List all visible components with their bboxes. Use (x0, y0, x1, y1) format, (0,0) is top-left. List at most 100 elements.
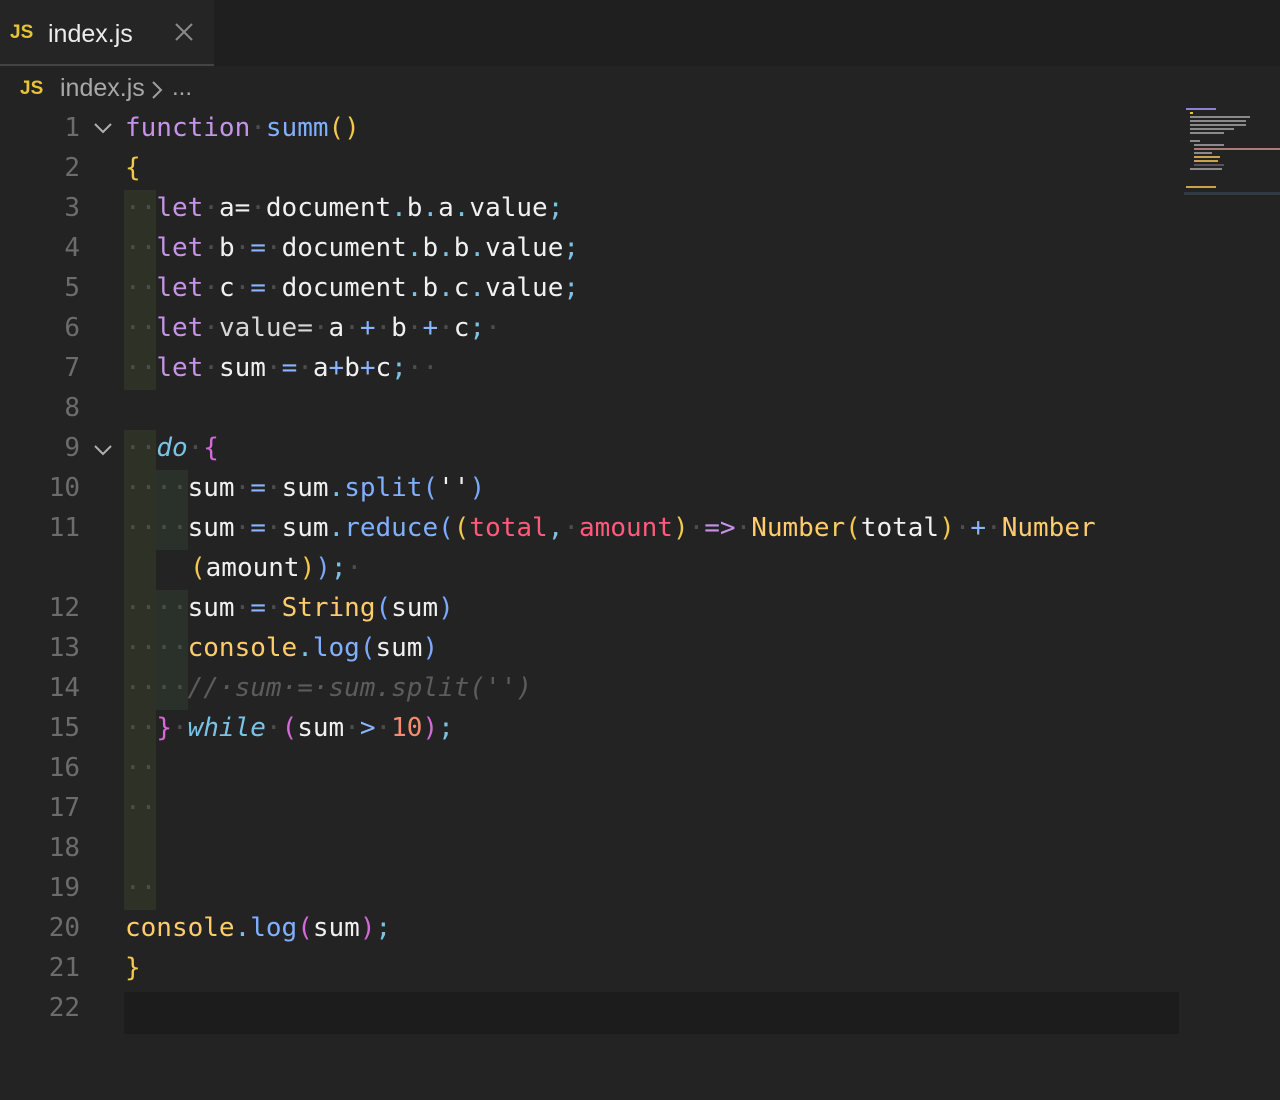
token: { (203, 433, 219, 463)
token: = (250, 273, 266, 303)
token: sum (312, 913, 360, 943)
token: ( (453, 513, 470, 543)
token: summ (265, 113, 329, 143)
token: document (281, 273, 407, 303)
token: ) (469, 473, 486, 503)
token: let (156, 273, 204, 303)
token: ; (547, 193, 564, 223)
line-number: 11 (48, 513, 80, 543)
line-number: 2 (64, 153, 80, 183)
token: value (485, 273, 564, 303)
token: split (344, 473, 423, 503)
code-line-12: ····sum·=·String(sum) (125, 593, 454, 623)
line-number: 14 (48, 673, 80, 703)
code-line-3: ··let·a=·document.b.a.value; (125, 193, 564, 223)
code-line-19: ·· (125, 873, 157, 903)
code-line-11: ····sum·=·sum.reduce((total,·amount)·=>·… (125, 513, 1096, 543)
code-line-5: ··let·c·=·document.b.c.value; (125, 273, 580, 303)
token: ( (438, 513, 454, 543)
token: ) (672, 513, 689, 543)
token: . (422, 193, 439, 223)
token: . (406, 273, 423, 303)
token: ) (315, 553, 331, 583)
token: ( (845, 513, 861, 543)
token: a (438, 193, 454, 223)
chevron-down-icon[interactable] (92, 430, 114, 470)
code-line-9: ··do·{ (125, 433, 219, 463)
code-line-14: ····//·sum·=·sum.split('') (125, 673, 532, 703)
tab-index-js[interactable]: JS index.js (0, 0, 214, 66)
token: ; (469, 313, 486, 343)
token: Number (751, 513, 846, 543)
token: ( (359, 633, 376, 663)
token: . (391, 193, 407, 223)
token: = (250, 473, 266, 503)
token: console (125, 913, 235, 943)
code-line-10: ····sum·=·sum.split('') (125, 473, 486, 503)
token: b (391, 313, 407, 343)
token: ( (297, 913, 313, 943)
token: sum (281, 473, 329, 503)
token: b (218, 233, 235, 263)
javascript-file-icon: JS (20, 78, 44, 99)
token: . (328, 513, 345, 543)
code-line-2: { (125, 148, 141, 188)
code-line-20: console.log(sum); (125, 908, 391, 948)
token: b (406, 193, 423, 223)
breadcrumb-file[interactable]: index.js (60, 74, 145, 103)
vertical-scrollbar[interactable] (1268, 108, 1280, 1088)
token: amount (579, 513, 673, 543)
token: amount (205, 553, 300, 583)
token: ; (375, 913, 392, 943)
token: a= (218, 193, 251, 223)
code-line-13: ····console.log(sum) (125, 633, 439, 663)
line-number: 20 (48, 913, 80, 943)
token: b (344, 353, 360, 383)
line-number: 16 (48, 753, 80, 783)
tab-bar: JS index.js (0, 0, 1280, 66)
token: 10 (391, 713, 423, 743)
token: ( (190, 553, 206, 583)
token: ) (422, 713, 439, 743)
token: => (704, 513, 736, 543)
token: let (156, 193, 204, 223)
token: ) (422, 633, 439, 663)
token: ; (438, 713, 454, 743)
line-number: 5 (64, 273, 80, 303)
close-icon[interactable] (172, 20, 196, 44)
token: . (469, 273, 486, 303)
token: ) (359, 913, 376, 943)
token: c (453, 313, 470, 343)
token: console (187, 633, 298, 663)
token: a (312, 353, 329, 383)
token: sum (375, 633, 423, 663)
line-number: 22 (48, 993, 80, 1023)
token: ; (563, 273, 580, 303)
token: + (422, 313, 439, 343)
code-line-21: } (125, 948, 141, 988)
code-line-11-wrap: (amount));· (190, 553, 363, 583)
token: } (156, 713, 172, 743)
token: . (438, 273, 454, 303)
line-number: 1 (64, 113, 80, 143)
token: ( (281, 713, 298, 743)
line-number: 9 (64, 433, 80, 463)
token: document (281, 233, 407, 263)
tab-label: index.js (48, 20, 133, 48)
chevron-down-icon[interactable] (92, 108, 114, 148)
token: b (422, 233, 439, 263)
breadcrumb-more[interactable]: ... (172, 74, 192, 102)
token: Number (1001, 513, 1096, 543)
token: { (125, 153, 141, 183)
token: , (547, 513, 564, 543)
token: sum (391, 593, 439, 623)
minimap[interactable] (1184, 104, 1280, 199)
code-editor[interactable]: 1 2 3 4 5 6 7 8 9 10 11 12 13 14 15 16 1… (0, 108, 1280, 1088)
token: reduce (344, 513, 439, 543)
token: + (328, 353, 345, 383)
token: + (359, 313, 376, 343)
token: function (125, 113, 251, 143)
token: '' (438, 473, 470, 503)
token: document (265, 193, 392, 223)
line-number: 10 (48, 473, 80, 503)
